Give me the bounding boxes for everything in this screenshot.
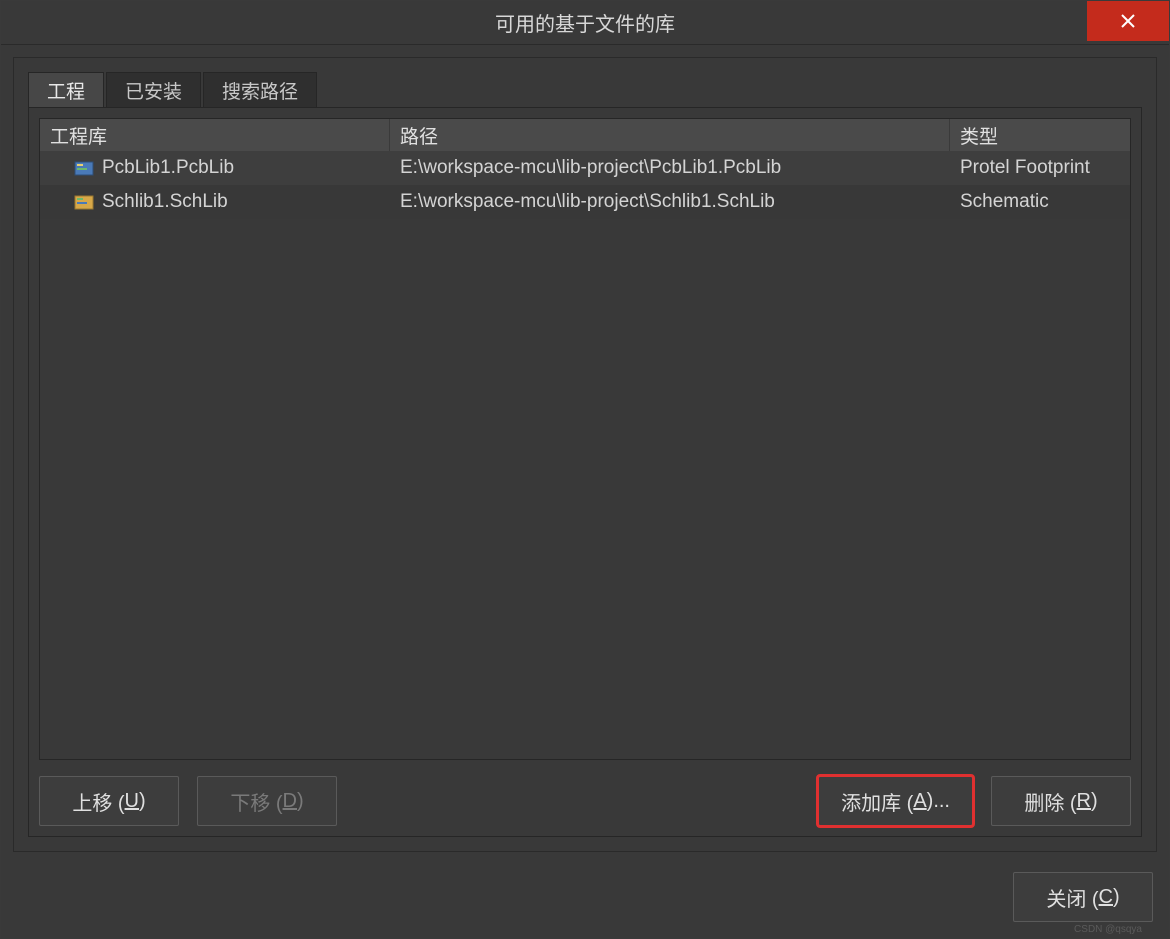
column-header-library[interactable]: 工程库: [40, 119, 390, 151]
schlib-file-icon: [74, 193, 96, 211]
table-body: PcbLib1.PcbLib E:\workspace-mcu\lib-proj…: [40, 151, 1130, 759]
library-table: 工程库 路径 类型 PcbLib1.PcbLib E:\workspace-mc…: [39, 118, 1131, 760]
close-icon: [1120, 13, 1136, 29]
library-name: Schlib1.SchLib: [102, 191, 228, 213]
cell-type: Schematic: [950, 188, 1130, 216]
dialog-window: 可用的基于文件的库 工程 已安装 搜索路径 工程库 路径 类型: [0, 0, 1170, 939]
cell-path: E:\workspace-mcu\lib-project\PcbLib1.Pcb…: [390, 154, 950, 182]
cell-type: Protel Footprint: [950, 154, 1130, 182]
add-library-button[interactable]: 添加库 (A)...: [818, 776, 973, 826]
close-button[interactable]: 关闭 (C): [1013, 872, 1153, 922]
watermark: CSDN @qsqya: [1074, 924, 1142, 935]
tab-installed[interactable]: 已安装: [106, 72, 201, 108]
move-down-button[interactable]: 下移 (D): [197, 776, 337, 826]
footer: 关闭 (C): [1, 864, 1169, 938]
cell-library: Schlib1.SchLib: [40, 188, 390, 216]
tabs: 工程 已安装 搜索路径: [28, 72, 1142, 108]
main-panel: 工程 已安装 搜索路径 工程库 路径 类型 PcbLib: [13, 57, 1157, 852]
table-row[interactable]: Schlib1.SchLib E:\workspace-mcu\lib-proj…: [40, 185, 1130, 219]
dialog-title: 可用的基于文件的库: [495, 8, 675, 37]
tab-project[interactable]: 工程: [28, 72, 104, 108]
button-row: 上移 (U) 下移 (D) 添加库 (A)... 删除 (R): [39, 776, 1131, 826]
close-window-button[interactable]: [1087, 1, 1169, 41]
column-header-path[interactable]: 路径: [390, 119, 950, 151]
table-row[interactable]: PcbLib1.PcbLib E:\workspace-mcu\lib-proj…: [40, 151, 1130, 185]
cell-path: E:\workspace-mcu\lib-project\Schlib1.Sch…: [390, 188, 950, 216]
table-header: 工程库 路径 类型: [40, 119, 1130, 151]
titlebar: 可用的基于文件的库: [1, 1, 1169, 45]
move-up-button[interactable]: 上移 (U): [39, 776, 179, 826]
cell-library: PcbLib1.PcbLib: [40, 154, 390, 182]
tab-search-path[interactable]: 搜索路径: [203, 72, 317, 108]
tab-content: 工程库 路径 类型 PcbLib1.PcbLib E:\workspace-mc…: [28, 107, 1142, 837]
library-name: PcbLib1.PcbLib: [102, 157, 234, 179]
pcblib-file-icon: [74, 159, 96, 177]
column-header-type[interactable]: 类型: [950, 119, 1130, 151]
delete-button[interactable]: 删除 (R): [991, 776, 1131, 826]
